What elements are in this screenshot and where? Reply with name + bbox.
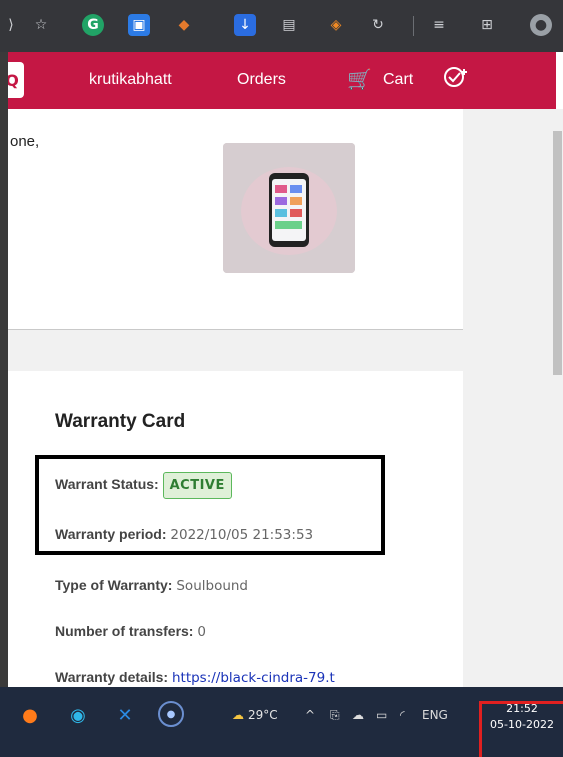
nav-username[interactable]: krutikabhatt (89, 71, 172, 89)
warranty-type-label: Type of Warranty: (55, 577, 173, 593)
chevron-right-icon[interactable]: ⟩ (0, 14, 22, 36)
warranty-type-value: Soulbound (176, 578, 249, 594)
window-left-edge (0, 52, 8, 687)
weather-icon: ☁ (232, 708, 244, 722)
collections-icon[interactable]: ⊞ (476, 14, 498, 36)
warranty-transfers-label: Number of transfers: (55, 623, 194, 639)
firefox-icon[interactable]: ● (16, 701, 44, 729)
drop-icon[interactable]: ◆ (173, 14, 195, 36)
warranty-details-row: Warranty details: https://black-cindra-7… (55, 669, 335, 686)
scrollbar-thumb[interactable] (553, 131, 562, 375)
download-icon[interactable]: ↓ (234, 14, 256, 36)
product-name: one, (10, 133, 40, 150)
fox-icon[interactable]: ◈ (325, 14, 347, 36)
warranty-type-row: Type of Warranty: Soulbound (55, 577, 248, 594)
language-indicator[interactable]: ENG (422, 708, 448, 722)
tray-chevron-icon[interactable]: ^ (305, 708, 315, 722)
phone-illustration (223, 143, 355, 273)
nav-orders[interactable]: Orders (237, 71, 286, 89)
screen-record-icon[interactable]: ▣ (128, 14, 150, 36)
clock-highlight-box (479, 701, 563, 757)
warranty-transfers-row: Number of transfers: 0 (55, 623, 206, 640)
edge-icon[interactable]: ◉ (64, 701, 92, 729)
weather-widget[interactable]: ☁ 29°C (232, 708, 278, 722)
vscode-icon[interactable]: ✕ (111, 701, 139, 729)
browser-toolbar: ⟩ ☆ G ▣ ◆ ↓ ▤ ◈ ↻ ≡ ⊞ ● (0, 0, 563, 52)
warranty-details-link[interactable]: https://black-cindra-79.t (172, 670, 335, 686)
cart-icon[interactable]: 🛒 (347, 67, 372, 91)
add-check-icon[interactable] (443, 64, 469, 96)
main-content: one, Warranty Card Warrant Status: ACTIV… (8, 109, 552, 687)
tray-device-icon[interactable]: ⎘ (330, 708, 340, 723)
refresh-cycle-icon[interactable]: ↻ (367, 14, 389, 36)
toolbar-divider (413, 16, 414, 36)
temperature: 29°C (248, 708, 278, 722)
warranty-transfers-value: 0 (197, 624, 206, 640)
wifi-icon[interactable]: ◜ (400, 708, 405, 722)
star-add-icon[interactable]: ☆ (30, 14, 52, 36)
warranty-details-label: Warranty details: (55, 669, 169, 685)
product-image[interactable] (223, 143, 355, 273)
nav-cart[interactable]: Cart (383, 71, 413, 89)
favorites-icon[interactable]: ≡ (428, 14, 450, 36)
cortana-icon[interactable]: ● (158, 701, 184, 727)
product-card: one, (8, 109, 463, 330)
add-check-svg (444, 67, 467, 87)
grammarly-icon[interactable]: G (82, 14, 104, 36)
highlight-annotation-box (35, 455, 385, 555)
profile-icon[interactable]: ● (530, 14, 552, 36)
warranty-title: Warranty Card (55, 411, 186, 432)
extension-icon[interactable]: ▤ (278, 14, 300, 36)
tray-cloud-icon[interactable]: ☁ (352, 708, 364, 722)
app-navbar: Q krutikabhatt Orders 🛒 Cart (0, 52, 556, 109)
battery-icon[interactable]: ▭ (376, 708, 387, 722)
